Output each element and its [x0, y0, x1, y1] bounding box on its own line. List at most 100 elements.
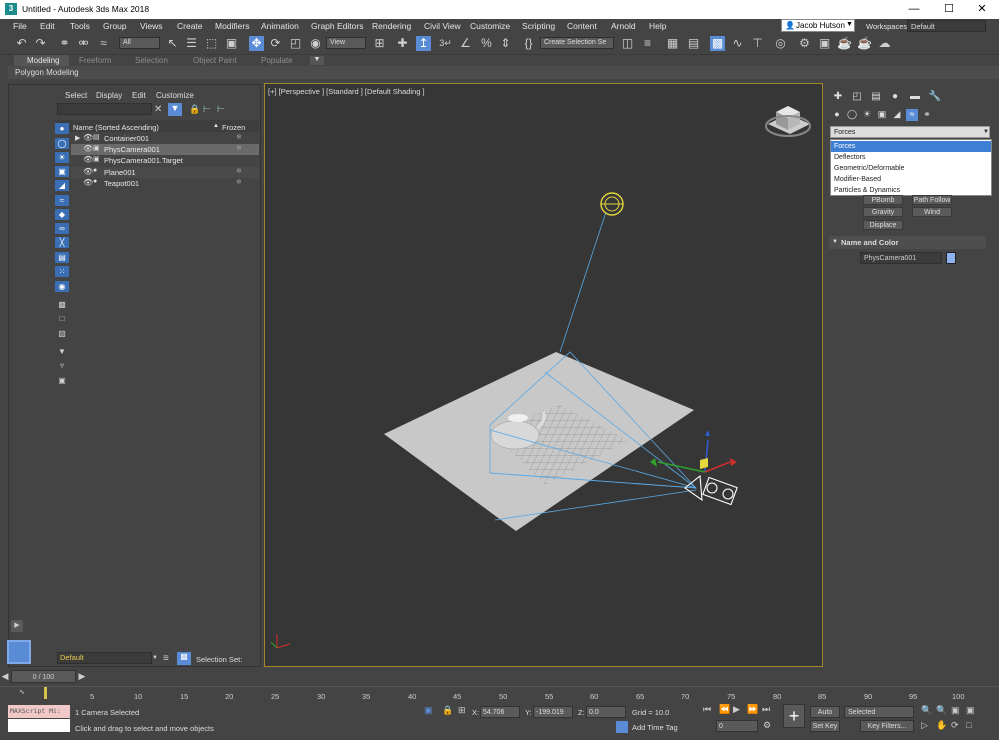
menu-arnold[interactable]: Arnold	[611, 21, 636, 31]
modify-tab-icon[interactable]: ◰	[850, 91, 864, 104]
goto-start-icon[interactable]: ⏮	[703, 704, 711, 715]
layer-dropdown[interactable]: Default	[57, 652, 152, 664]
isolate-selection-icon[interactable]: ▣	[424, 705, 433, 716]
space-warps-category-icon[interactable]: ≈	[906, 109, 918, 121]
select-and-place-icon[interactable]: ◉	[308, 36, 323, 51]
scene-options-icon[interactable]: ▣	[55, 375, 69, 386]
display-bones-icon[interactable]: ╳	[55, 237, 69, 248]
tab-object-paint[interactable]: Object Paint	[193, 56, 237, 65]
prev-key-icon[interactable]: ⏪	[719, 704, 730, 715]
orbit-icon[interactable]: ⟳	[951, 720, 959, 731]
menu-modifiers[interactable]: Modifiers	[215, 21, 249, 31]
curve-editor-icon[interactable]: ∿	[730, 36, 745, 51]
create-tab-icon[interactable]: ✚	[831, 91, 845, 104]
menu-scripting[interactable]: Scripting	[522, 21, 555, 31]
display-geometry-icon[interactable]: ●	[55, 123, 69, 134]
menu-create[interactable]: Create	[177, 21, 203, 31]
display-helpers-icon[interactable]: ◢	[55, 180, 69, 191]
tab-selection[interactable]: Selection	[135, 56, 168, 65]
list-item[interactable]: 👁 ● Teapot001 ❄	[71, 178, 259, 189]
option-particles-dynamics[interactable]: Particles & Dynamics	[831, 185, 991, 196]
key-filters-button[interactable]: Key Filters...	[860, 720, 914, 732]
add-time-tag[interactable]: Add Time Tag	[632, 723, 678, 732]
mirror-icon[interactable]: ◫	[620, 36, 635, 51]
edit-named-selection-icon[interactable]: {}	[521, 36, 536, 51]
time-tag-icon[interactable]	[616, 721, 628, 733]
object-name-field[interactable]: PhysCamera001	[860, 252, 942, 264]
eye-icon[interactable]: 👁	[83, 178, 93, 187]
display-lights-icon[interactable]: ☀	[55, 152, 69, 163]
link-icon[interactable]: ⚭	[57, 36, 72, 51]
motion-tab-icon[interactable]: ●	[888, 91, 902, 104]
named-selection-dropdown[interactable]: Create Selection Se	[540, 37, 614, 49]
utilities-tab-icon[interactable]: 🔧	[928, 91, 942, 104]
select-and-rotate-icon[interactable]: ⟳	[268, 36, 283, 51]
frozen-snowflake-icon[interactable]: ❄	[236, 133, 242, 141]
column-frozen-header[interactable]: Frozen	[222, 123, 245, 132]
zoom-icon[interactable]: 🔍	[921, 705, 932, 716]
clear-search-icon[interactable]: ✕	[154, 104, 162, 115]
y-coordinate-field[interactable]: -199.019	[533, 706, 573, 718]
next-frame-icon[interactable]: ▶	[77, 671, 87, 682]
toggle-ribbon-icon[interactable]: ▩	[710, 36, 725, 51]
maxscript-listener[interactable]: MAXScript Mi:	[8, 705, 70, 718]
percent-snap-icon[interactable]: %	[479, 36, 494, 51]
display-none-icon[interactable]: □	[55, 313, 69, 324]
unlink-icon[interactable]: ⚮	[76, 36, 91, 51]
layer-explorer-icon[interactable]: ▤	[686, 36, 701, 51]
maximize-button[interactable]: ☐	[932, 0, 966, 19]
menu-file[interactable]: File	[13, 21, 27, 31]
undo-icon[interactable]: ↶	[14, 36, 29, 51]
minimize-button[interactable]: —	[897, 0, 931, 19]
scene-menu-display[interactable]: Display	[96, 91, 122, 100]
tab-modeling[interactable]: Modeling	[27, 56, 59, 65]
scene-menu-select[interactable]: Select	[65, 91, 87, 100]
render-production-icon[interactable]: ☕	[837, 36, 852, 51]
display-cameras-icon[interactable]: ▣	[55, 166, 69, 177]
pan-view-icon[interactable]: ✋	[936, 720, 947, 731]
zoom-extents-all-icon[interactable]: ▣	[966, 705, 975, 716]
snaps-toggle-icon[interactable]: 3↵	[438, 36, 453, 51]
frozen-snowflake-icon[interactable]: ❄	[236, 167, 242, 175]
display-shapes-icon[interactable]: ◯	[55, 138, 69, 149]
list-item[interactable]: 👁 ● Plane001 ❄	[71, 167, 259, 178]
filter-modifiers-icon[interactable]: ▼	[55, 346, 69, 357]
maximize-viewport-icon[interactable]: □	[966, 720, 971, 730]
frozen-snowflake-icon[interactable]: ❄	[236, 144, 242, 152]
maxscript-output[interactable]	[8, 719, 70, 732]
display-tab-icon[interactable]: ▬	[908, 91, 922, 104]
selection-filter-dropdown[interactable]: All	[119, 37, 160, 49]
display-space-warps-icon[interactable]: ≈	[55, 195, 69, 206]
menu-rendering[interactable]: Rendering	[372, 21, 411, 31]
set-key-button[interactable]: Set Key	[810, 720, 840, 732]
menu-views[interactable]: Views	[140, 21, 163, 31]
viewport-label[interactable]: [+] [Perspective ] [Standard ] [Default …	[268, 87, 425, 96]
play-icon[interactable]: ▶	[733, 704, 740, 715]
spinner-snap-icon[interactable]: ⇕	[498, 36, 513, 51]
close-button[interactable]: ✕	[965, 0, 999, 19]
time-configuration-icon[interactable]: ⚙	[763, 720, 771, 731]
select-object-icon[interactable]: ↖	[165, 36, 180, 51]
key-selection-dropdown[interactable]: Selected	[844, 706, 914, 718]
scene-menu-customize[interactable]: Customize	[156, 91, 194, 100]
menu-customize[interactable]: Customize	[470, 21, 510, 31]
menu-edit[interactable]: Edit	[40, 21, 55, 31]
display-object-xrefs-icon[interactable]: ∞	[55, 223, 69, 234]
lights-category-icon[interactable]: ☀	[861, 109, 873, 121]
schematic-view-icon[interactable]: ⊤	[750, 36, 765, 51]
menu-civil-view[interactable]: Civil View	[424, 21, 461, 31]
rectangular-selection-icon[interactable]: ⬚	[204, 36, 219, 51]
category-dropdown[interactable]: Forces ▼	[830, 126, 990, 138]
option-geometric-deformable[interactable]: Geometric/Deformable	[831, 163, 991, 174]
perspective-viewport[interactable]	[264, 83, 823, 667]
menu-content[interactable]: Content	[567, 21, 597, 31]
display-groups-icon[interactable]: ◆	[55, 209, 69, 220]
curve-editor-mini-icon[interactable]: ∿	[19, 688, 25, 696]
render-in-cloud-icon[interactable]: ☁	[877, 36, 892, 51]
bind-space-warp-icon[interactable]: ≈	[96, 36, 111, 51]
eye-icon[interactable]: 👁	[83, 133, 93, 142]
scene-explorer-toggle-icon[interactable]: ▦	[665, 36, 680, 51]
list-item[interactable]: 👁 ▣ PhysCamera001.Target	[71, 155, 259, 166]
zoom-extents-icon[interactable]: ▣	[951, 705, 960, 716]
select-manipulate-icon[interactable]: ✚	[395, 36, 410, 51]
